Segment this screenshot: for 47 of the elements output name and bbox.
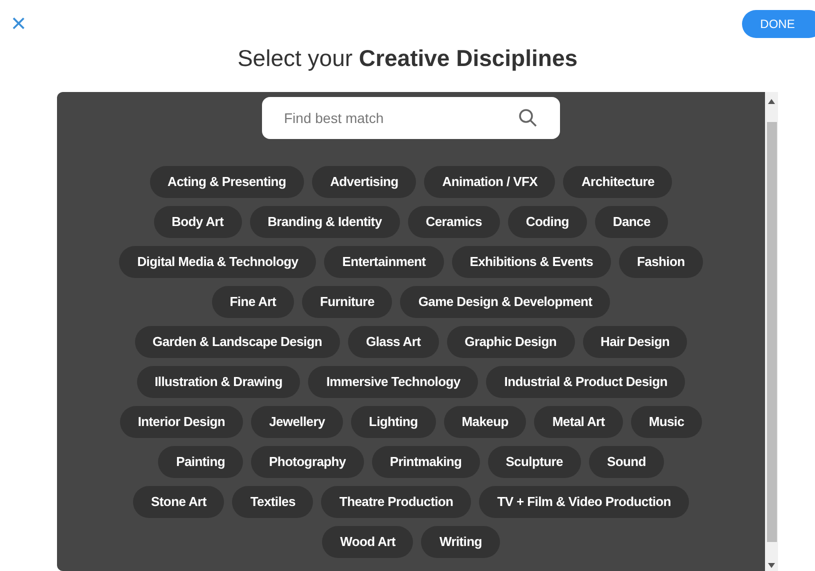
discipline-chip[interactable]: Advertising (312, 166, 416, 198)
discipline-chip[interactable]: Makeup (444, 406, 526, 438)
discipline-chip[interactable]: Painting (158, 446, 243, 478)
discipline-chip[interactable]: Photography (250, 446, 364, 478)
discipline-chip[interactable]: Entertainment (324, 246, 444, 278)
discipline-chip[interactable]: Theatre Production (321, 486, 472, 518)
discipline-chip[interactable]: Music (630, 406, 702, 438)
discipline-chip[interactable]: Digital Media & Technology (119, 246, 316, 278)
search-icon[interactable] (518, 108, 538, 128)
discipline-chip[interactable]: Interior Design (120, 406, 244, 438)
discipline-chip[interactable]: Immersive Technology (308, 366, 478, 398)
scrollbar[interactable] (765, 92, 778, 571)
discipline-chip[interactable]: Textiles (232, 486, 314, 518)
discipline-chip[interactable]: Sculpture (488, 446, 581, 478)
discipline-chip[interactable]: Illustration & Drawing (136, 366, 300, 398)
discipline-chip[interactable]: Exhibitions & Events (452, 246, 612, 278)
search-field[interactable]: Find best match (262, 97, 560, 139)
discipline-chip[interactable]: Graphic Design (446, 326, 575, 358)
discipline-chip[interactable]: Animation / VFX (424, 166, 556, 198)
discipline-chip[interactable]: Printmaking (372, 446, 480, 478)
discipline-chip[interactable]: Coding (508, 206, 587, 238)
discipline-chip[interactable]: Furniture (302, 286, 392, 318)
discipline-chip[interactable]: TV + Film & Video Production (479, 486, 689, 518)
discipline-chip[interactable]: Garden & Landscape Design (134, 326, 340, 358)
discipline-chip[interactable]: Fashion (619, 246, 703, 278)
discipline-chip[interactable]: Sound (588, 446, 664, 478)
discipline-chip[interactable]: Metal Art (534, 406, 623, 438)
discipline-chip[interactable]: Branding & Identity (250, 206, 400, 238)
discipline-chip[interactable]: Acting & Presenting (150, 166, 304, 198)
discipline-chip[interactable]: Hair Design (582, 326, 688, 358)
discipline-chip[interactable]: Fine Art (212, 286, 294, 318)
page-title: Select your Creative Disciplines (237, 44, 578, 73)
discipline-chip[interactable]: Writing (421, 526, 500, 558)
scrollbar-thumb[interactable] (766, 122, 776, 542)
discipline-chip[interactable]: Wood Art (322, 526, 414, 558)
discipline-chip[interactable]: Body Art (154, 206, 242, 238)
discipline-chip[interactable]: Game Design & Development (400, 286, 610, 318)
discipline-chip[interactable]: Jewellery (251, 406, 343, 438)
discipline-chip[interactable]: Stone Art (133, 486, 224, 518)
scroll-down-icon[interactable] (768, 563, 775, 568)
discipline-chip[interactable]: Lighting (350, 406, 436, 438)
discipline-chip[interactable]: Dance (594, 206, 668, 238)
discipline-chip[interactable]: Industrial & Product Design (486, 366, 686, 398)
discipline-chip[interactable]: Architecture (563, 166, 672, 198)
scroll-up-icon[interactable] (768, 99, 775, 104)
discipline-chip[interactable]: Glass Art (348, 326, 439, 358)
discipline-chip[interactable]: Ceramics (408, 206, 500, 238)
